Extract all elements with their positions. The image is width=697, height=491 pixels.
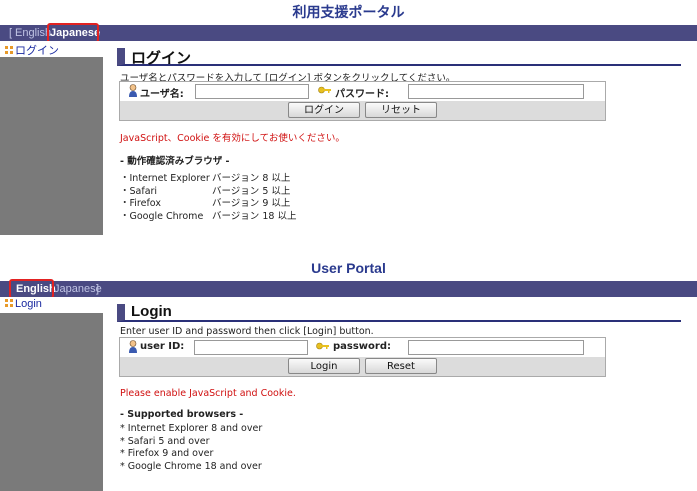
- english-portal-panel: User Portal English Japanese ] Login Log…: [0, 256, 697, 491]
- login-form: user ID: password: Login Reset: [119, 337, 606, 377]
- menu-grid-icon: [5, 299, 13, 307]
- browser-item: * Google Chrome 18 and over: [120, 460, 262, 472]
- sidebar-item-label: ログイン: [15, 45, 59, 57]
- sidebar-top: Login: [0, 297, 103, 313]
- sidebar: Login: [0, 297, 103, 491]
- menu-grid-icon: [5, 46, 13, 54]
- browser-item: ・Firefox バージョン 9 以上: [120, 198, 291, 209]
- language-bar: English Japanese ]: [0, 281, 697, 297]
- reset-button[interactable]: リセット: [365, 102, 437, 118]
- sidebar: ログイン: [0, 41, 103, 235]
- section-heading-text: ログイン: [131, 50, 192, 67]
- password-input[interactable]: [408, 84, 584, 99]
- browser-item: * Safari 5 and over: [120, 435, 210, 447]
- instruction-text: Enter user ID and password then click [L…: [120, 326, 374, 337]
- login-button[interactable]: Login: [288, 358, 360, 374]
- japanese-portal-panel: 利用支援ポータル [ English Japanese ログイン ログイン ユー…: [0, 0, 697, 235]
- user-icon: [129, 340, 137, 353]
- lang-open-bracket: [: [9, 27, 13, 39]
- login-button[interactable]: ログイン: [288, 102, 360, 118]
- highlight-box: [47, 23, 99, 43]
- username-input[interactable]: [195, 84, 309, 99]
- highlight-box: [9, 279, 54, 299]
- form-fields-row: ユーザ名: パスワード:: [120, 82, 605, 101]
- section-heading-text: Login: [131, 303, 172, 320]
- password-label: パスワード:: [335, 89, 389, 100]
- lang-english-link[interactable]: English: [15, 25, 51, 41]
- password-input[interactable]: [408, 340, 584, 355]
- browser-list-heading: - 動作確認済みブラウザ -: [120, 156, 230, 167]
- lang-japanese-link[interactable]: Japanese: [54, 281, 102, 297]
- language-bar: [ English Japanese: [0, 25, 697, 41]
- sidebar-item-label: Login: [15, 298, 42, 310]
- sidebar-top: ログイン: [0, 41, 103, 57]
- sidebar-item-login[interactable]: Login: [5, 298, 42, 310]
- username-label: ユーザ名:: [140, 89, 184, 100]
- browser-list: - Supported browsers - * Internet Explor…: [120, 409, 262, 473]
- key-icon: [318, 86, 331, 94]
- browser-item: ・Safari バージョン 5 以上: [120, 185, 291, 197]
- section-heading: Login: [117, 303, 681, 322]
- browser-list-heading: - Supported browsers -: [120, 409, 244, 420]
- username-label: user ID:: [140, 341, 185, 352]
- browser-item: * Internet Explorer 8 and over: [120, 423, 263, 434]
- browser-list: - 動作確認済みブラウザ - ・Internet Explorer バージョン 8…: [120, 153, 297, 222]
- browser-item: ・Google Chrome バージョン 18 以上: [120, 210, 297, 222]
- form-fields-row: user ID: password:: [120, 338, 605, 357]
- sidebar-item-login[interactable]: ログイン: [5, 42, 59, 58]
- browser-item: ・Internet Explorer バージョン 8 以上: [120, 173, 291, 184]
- warning-text: JavaScript、Cookie を有効にしてお使いください。: [120, 133, 345, 144]
- page-title: User Portal: [311, 260, 386, 276]
- browser-item: * Firefox 9 and over: [120, 448, 214, 459]
- warning-text: Please enable JavaScript and Cookie.: [120, 388, 296, 399]
- lang-close-bracket: ]: [96, 283, 100, 295]
- reset-button[interactable]: Reset: [365, 358, 437, 374]
- page-title: 利用支援ポータル: [292, 4, 405, 20]
- username-input[interactable]: [194, 340, 308, 355]
- section-heading: ログイン: [117, 48, 681, 67]
- user-icon: [129, 84, 137, 97]
- password-label: password:: [333, 341, 392, 352]
- key-icon: [316, 342, 329, 350]
- login-form: ユーザ名: パスワード: ログイン リセット: [119, 81, 606, 121]
